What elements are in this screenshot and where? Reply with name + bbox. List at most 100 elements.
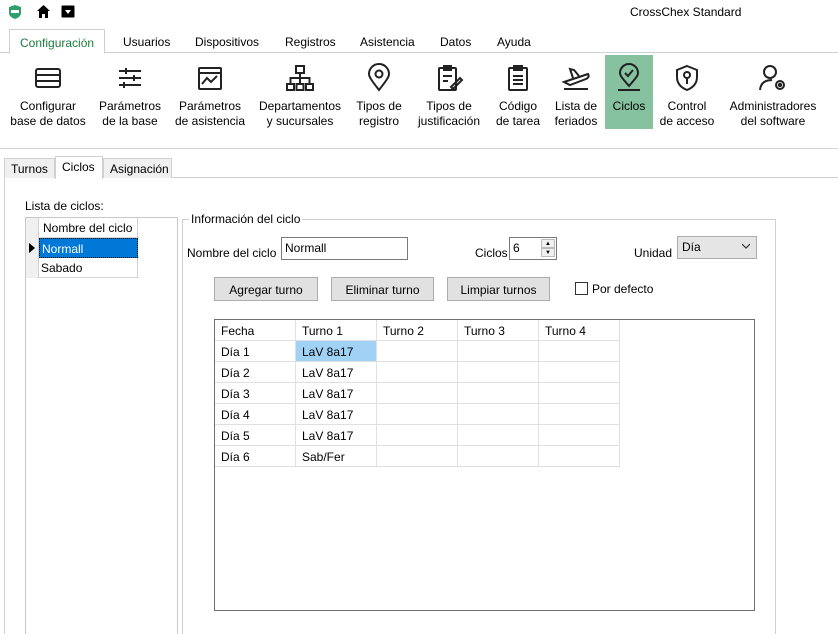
column-header-turno-4[interactable]: Turno 4	[539, 320, 620, 341]
tab-turnos[interactable]: Turnos	[4, 158, 55, 178]
column-header-fecha[interactable]: Fecha	[215, 320, 296, 341]
grid-header-row: Nombre del ciclo	[26, 218, 139, 238]
table-cell[interactable]: Día 1	[215, 341, 296, 362]
pin-check-icon	[618, 63, 640, 91]
table-row[interactable]: Día 4 LaV 8a17	[215, 404, 620, 425]
eliminar-turno-button[interactable]: Eliminar turno	[331, 277, 434, 301]
table-cell[interactable]	[458, 362, 539, 383]
menu-tab-registros[interactable]: Registros	[275, 29, 346, 53]
menu-tab-dispositivos[interactable]: Dispositivos	[185, 29, 269, 53]
ribbon-label: Tipos de justificación	[417, 99, 481, 128]
user-gear-icon	[759, 65, 785, 91]
table-cell[interactable]: LaV 8a17	[296, 404, 377, 425]
column-header-nombre-del-ciclo[interactable]: Nombre del ciclo	[39, 218, 138, 238]
ribbon-label: Configurar base de datos	[10, 99, 86, 128]
menu-tab-ayuda[interactable]: Ayuda	[487, 29, 541, 53]
tab-ciclos[interactable]: Ciclos	[55, 156, 103, 179]
table-cell[interactable]	[539, 404, 620, 425]
spin-down-icon[interactable]: ▼	[541, 248, 555, 257]
table-row[interactable]: Día 6 Sab/Fer	[215, 446, 620, 467]
menu-tab-configuracion[interactable]: Configuración	[9, 29, 106, 54]
table-cell[interactable]	[539, 383, 620, 404]
table-row[interactable]: Día 3 LaV 8a17	[215, 383, 620, 404]
por-defecto-checkbox[interactable]	[575, 282, 588, 295]
clipboard-list-icon	[508, 65, 528, 91]
table-cell[interactable]	[377, 425, 458, 446]
unidad-select[interactable]: Día	[677, 236, 757, 259]
turnos-grid[interactable]: Fecha Turno 1 Turno 2 Turno 3 Turno 4 Dí…	[214, 319, 755, 611]
table-cell[interactable]: LaV 8a17	[296, 425, 377, 446]
table-cell[interactable]	[377, 383, 458, 404]
table-cell[interactable]	[458, 341, 539, 362]
table-cell[interactable]: Día 2	[215, 362, 296, 383]
row-header-corner	[26, 218, 39, 238]
table-cell[interactable]	[458, 425, 539, 446]
spinner-buttons: ▲ ▼	[541, 239, 555, 258]
download-icon[interactable]	[61, 5, 75, 18]
org-chart-icon	[286, 65, 314, 91]
table-cell[interactable]	[539, 425, 620, 446]
table-cell[interactable]	[539, 446, 620, 467]
ribbon-codigo-de-tarea-button[interactable]: Código de tarea	[492, 55, 544, 129]
table-cell[interactable]	[539, 341, 620, 362]
limpiar-turnos-button[interactable]: Limpiar turnos	[447, 277, 550, 301]
menu-tab-datos[interactable]: Datos	[430, 29, 481, 53]
nombre-del-ciclo-input[interactable]: Normall	[281, 237, 408, 260]
app-window: CrossChex Standard Configuración Usuario…	[0, 0, 838, 634]
menu-tab-asistencia[interactable]: Asistencia	[350, 29, 425, 53]
ciclo-name-cell[interactable]: Sabado	[39, 258, 138, 278]
table-row[interactable]: Día 5 LaV 8a17	[215, 425, 620, 446]
tab-asignacion[interactable]: Asignación	[103, 158, 172, 178]
informacion-del-ciclo-legend: Información del ciclo	[189, 212, 303, 226]
table-cell[interactable]	[377, 362, 458, 383]
table-row[interactable]: Día 2 LaV 8a17	[215, 362, 620, 383]
ribbon-control-de-acceso-button[interactable]: Control de acceso	[656, 55, 718, 129]
lista-de-ciclos-label: Lista de ciclos:	[25, 199, 104, 213]
table-cell[interactable]	[377, 404, 458, 425]
table-cell[interactable]	[377, 341, 458, 362]
table-cell[interactable]: LaV 8a17	[296, 383, 377, 404]
ciclos-panel: Lista de ciclos: Nombre del ciclo Normal…	[4, 178, 838, 634]
ciclo-name-cell[interactable]: Normall	[39, 238, 138, 258]
list-item[interactable]: Sabado	[26, 258, 139, 278]
table-cell[interactable]: LaV 8a17	[296, 362, 377, 383]
row-header[interactable]	[26, 258, 39, 278]
map-pin-icon	[367, 63, 391, 92]
home-icon[interactable]	[36, 4, 51, 19]
ribbon-lista-de-feriados-button[interactable]: Lista de feriados	[550, 55, 602, 129]
row-header[interactable]	[26, 238, 39, 258]
agregar-turno-button[interactable]: Agregar turno	[214, 277, 318, 301]
table-cell[interactable]: Sab/Fer	[296, 446, 377, 467]
table-cell[interactable]: Día 6	[215, 446, 296, 467]
ribbon-parametros-de-la-base-button[interactable]: Parámetros de la base	[94, 55, 166, 129]
ribbon-tipos-de-registro-button[interactable]: Tipos de registro	[352, 55, 406, 129]
ribbon-ciclos-button[interactable]: Ciclos	[605, 55, 653, 129]
table-cell[interactable]: Día 3	[215, 383, 296, 404]
list-item[interactable]: Normall	[26, 238, 139, 258]
table-cell[interactable]: LaV 8a17	[296, 341, 377, 362]
grid-header-row: Fecha Turno 1 Turno 2 Turno 3 Turno 4	[215, 320, 620, 341]
table-row[interactable]: Día 1 LaV 8a17	[215, 341, 620, 362]
table-cell[interactable]	[377, 446, 458, 467]
column-header-turno-1[interactable]: Turno 1	[296, 320, 377, 341]
ciclos-spinner[interactable]: 6 ▲ ▼	[509, 237, 557, 260]
ribbon-administradores-del-software-button[interactable]: Administradores del software	[724, 55, 822, 129]
ribbon-label: Lista de feriados	[554, 99, 598, 128]
ribbon-parametros-de-asistencia-button[interactable]: Parámetros de asistencia	[172, 55, 248, 129]
table-cell[interactable]: Día 4	[215, 404, 296, 425]
spin-up-icon[interactable]: ▲	[541, 239, 555, 248]
table-cell[interactable]	[539, 362, 620, 383]
table-cell[interactable]	[458, 383, 539, 404]
table-cell[interactable]: Día 5	[215, 425, 296, 446]
table-cell[interactable]	[458, 446, 539, 467]
menu-tab-usuarios[interactable]: Usuarios	[113, 29, 180, 53]
ribbon-departamentos-y-sucursales-button[interactable]: Departamentos y sucursales	[254, 55, 346, 129]
ribbon-tipos-de-justificacion-button[interactable]: Tipos de justificación	[412, 55, 486, 129]
ribbon-label: Control de acceso	[659, 99, 715, 128]
por-defecto-label: Por defecto	[592, 282, 654, 296]
ribbon-configurar-base-de-datos-button[interactable]: Configurar base de datos	[8, 55, 88, 129]
sub-tabs: Turnos Ciclos Asignación	[4, 156, 838, 179]
column-header-turno-3[interactable]: Turno 3	[458, 320, 539, 341]
column-header-turno-2[interactable]: Turno 2	[377, 320, 458, 341]
table-cell[interactable]	[458, 404, 539, 425]
